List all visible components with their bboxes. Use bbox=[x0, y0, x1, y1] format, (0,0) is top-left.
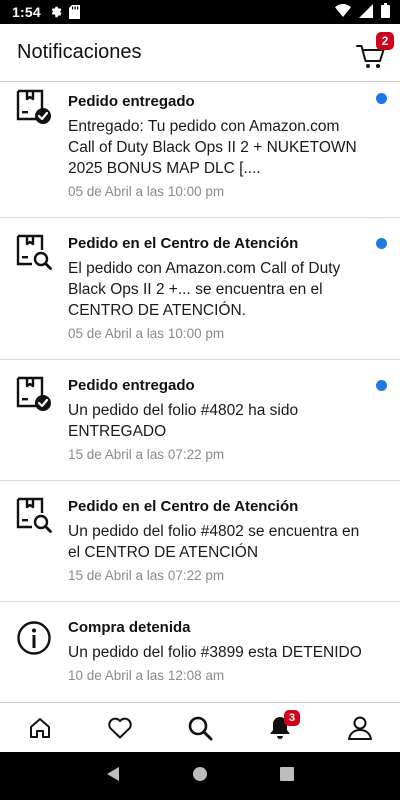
home-circle-icon[interactable] bbox=[192, 766, 208, 787]
status-bar: 1:54 bbox=[0, 0, 400, 24]
sd-card-icon bbox=[68, 5, 80, 19]
user-icon bbox=[348, 716, 372, 740]
notification-title: Pedido entregado bbox=[68, 377, 195, 394]
cart-count-badge: 2 bbox=[376, 32, 394, 50]
notification-item[interactable]: Compra detenida Un pedido del folio #389… bbox=[0, 602, 400, 701]
info-icon bbox=[17, 621, 51, 655]
app-bar: Notificaciones 2 bbox=[0, 24, 400, 82]
page-title: Notificaciones bbox=[17, 41, 142, 63]
settings-icon bbox=[49, 5, 63, 19]
nav-profile-button[interactable] bbox=[340, 708, 380, 748]
wifi-icon bbox=[335, 4, 351, 20]
notification-list: Pedido entregado Entregado: Tu pedido co… bbox=[0, 83, 400, 701]
recents-icon[interactable] bbox=[279, 766, 295, 787]
heart-icon bbox=[108, 717, 132, 738]
notification-body: El pedido con Amazon.com Call of Duty Bl… bbox=[68, 260, 341, 319]
nav-search-button[interactable] bbox=[180, 708, 220, 748]
box-search-icon bbox=[16, 234, 52, 270]
notification-title: Compra detenida bbox=[68, 619, 191, 636]
notification-title: Pedido en el Centro de Atención bbox=[68, 235, 299, 252]
nav-notifications-button[interactable]: 3 bbox=[260, 708, 300, 748]
notification-date: 15 de Abril a las 07:22 pm bbox=[68, 447, 225, 462]
notification-item[interactable]: Pedido entregado Entregado: Tu pedido co… bbox=[0, 83, 400, 218]
home-icon bbox=[30, 717, 50, 738]
signal-icon bbox=[359, 3, 373, 21]
unread-dot bbox=[376, 238, 387, 249]
notification-body: Un pedido del folio #4802 ha sido ENTREG… bbox=[68, 402, 299, 440]
battery-icon bbox=[381, 3, 390, 21]
notification-date: 10 de Abril a las 12:08 am bbox=[68, 668, 225, 683]
notification-date: 15 de Abril a las 07:22 pm bbox=[68, 568, 225, 583]
notification-item[interactable]: Pedido en el Centro de Atención Un pedid… bbox=[0, 481, 400, 602]
notification-item[interactable]: Pedido en el Centro de Atención El pedid… bbox=[0, 218, 400, 360]
notification-body: Un pedido del folio #3899 esta DETENIDO bbox=[68, 644, 362, 661]
notification-date: 05 de Abril a las 10:00 pm bbox=[68, 326, 225, 341]
cart-button[interactable]: 2 bbox=[356, 32, 394, 70]
box-search-icon bbox=[16, 497, 52, 533]
nav-home-button[interactable] bbox=[20, 708, 60, 748]
box-check-icon bbox=[16, 89, 51, 124]
back-icon[interactable] bbox=[105, 766, 121, 787]
notification-body: Entregado: Tu pedido con Amazon.com Call… bbox=[68, 118, 357, 177]
unread-dot bbox=[376, 380, 387, 391]
box-check-icon bbox=[16, 376, 51, 411]
notification-title: Pedido entregado bbox=[68, 93, 195, 110]
unread-dot bbox=[376, 93, 387, 104]
nav-favorites-button[interactable] bbox=[100, 708, 140, 748]
notification-item[interactable]: Pedido entregado Un pedido del folio #48… bbox=[0, 360, 400, 481]
search-icon bbox=[188, 716, 213, 740]
bottom-nav: 3 bbox=[0, 702, 400, 752]
notification-title: Pedido en el Centro de Atención bbox=[68, 498, 299, 515]
notification-body: Un pedido del folio #4802 se encuentra e… bbox=[68, 523, 360, 561]
system-nav-bar bbox=[0, 752, 400, 800]
notification-date: 05 de Abril a las 10:00 pm bbox=[68, 184, 225, 199]
notifications-count-badge: 3 bbox=[284, 709, 300, 726]
status-time: 1:54 bbox=[12, 4, 41, 20]
